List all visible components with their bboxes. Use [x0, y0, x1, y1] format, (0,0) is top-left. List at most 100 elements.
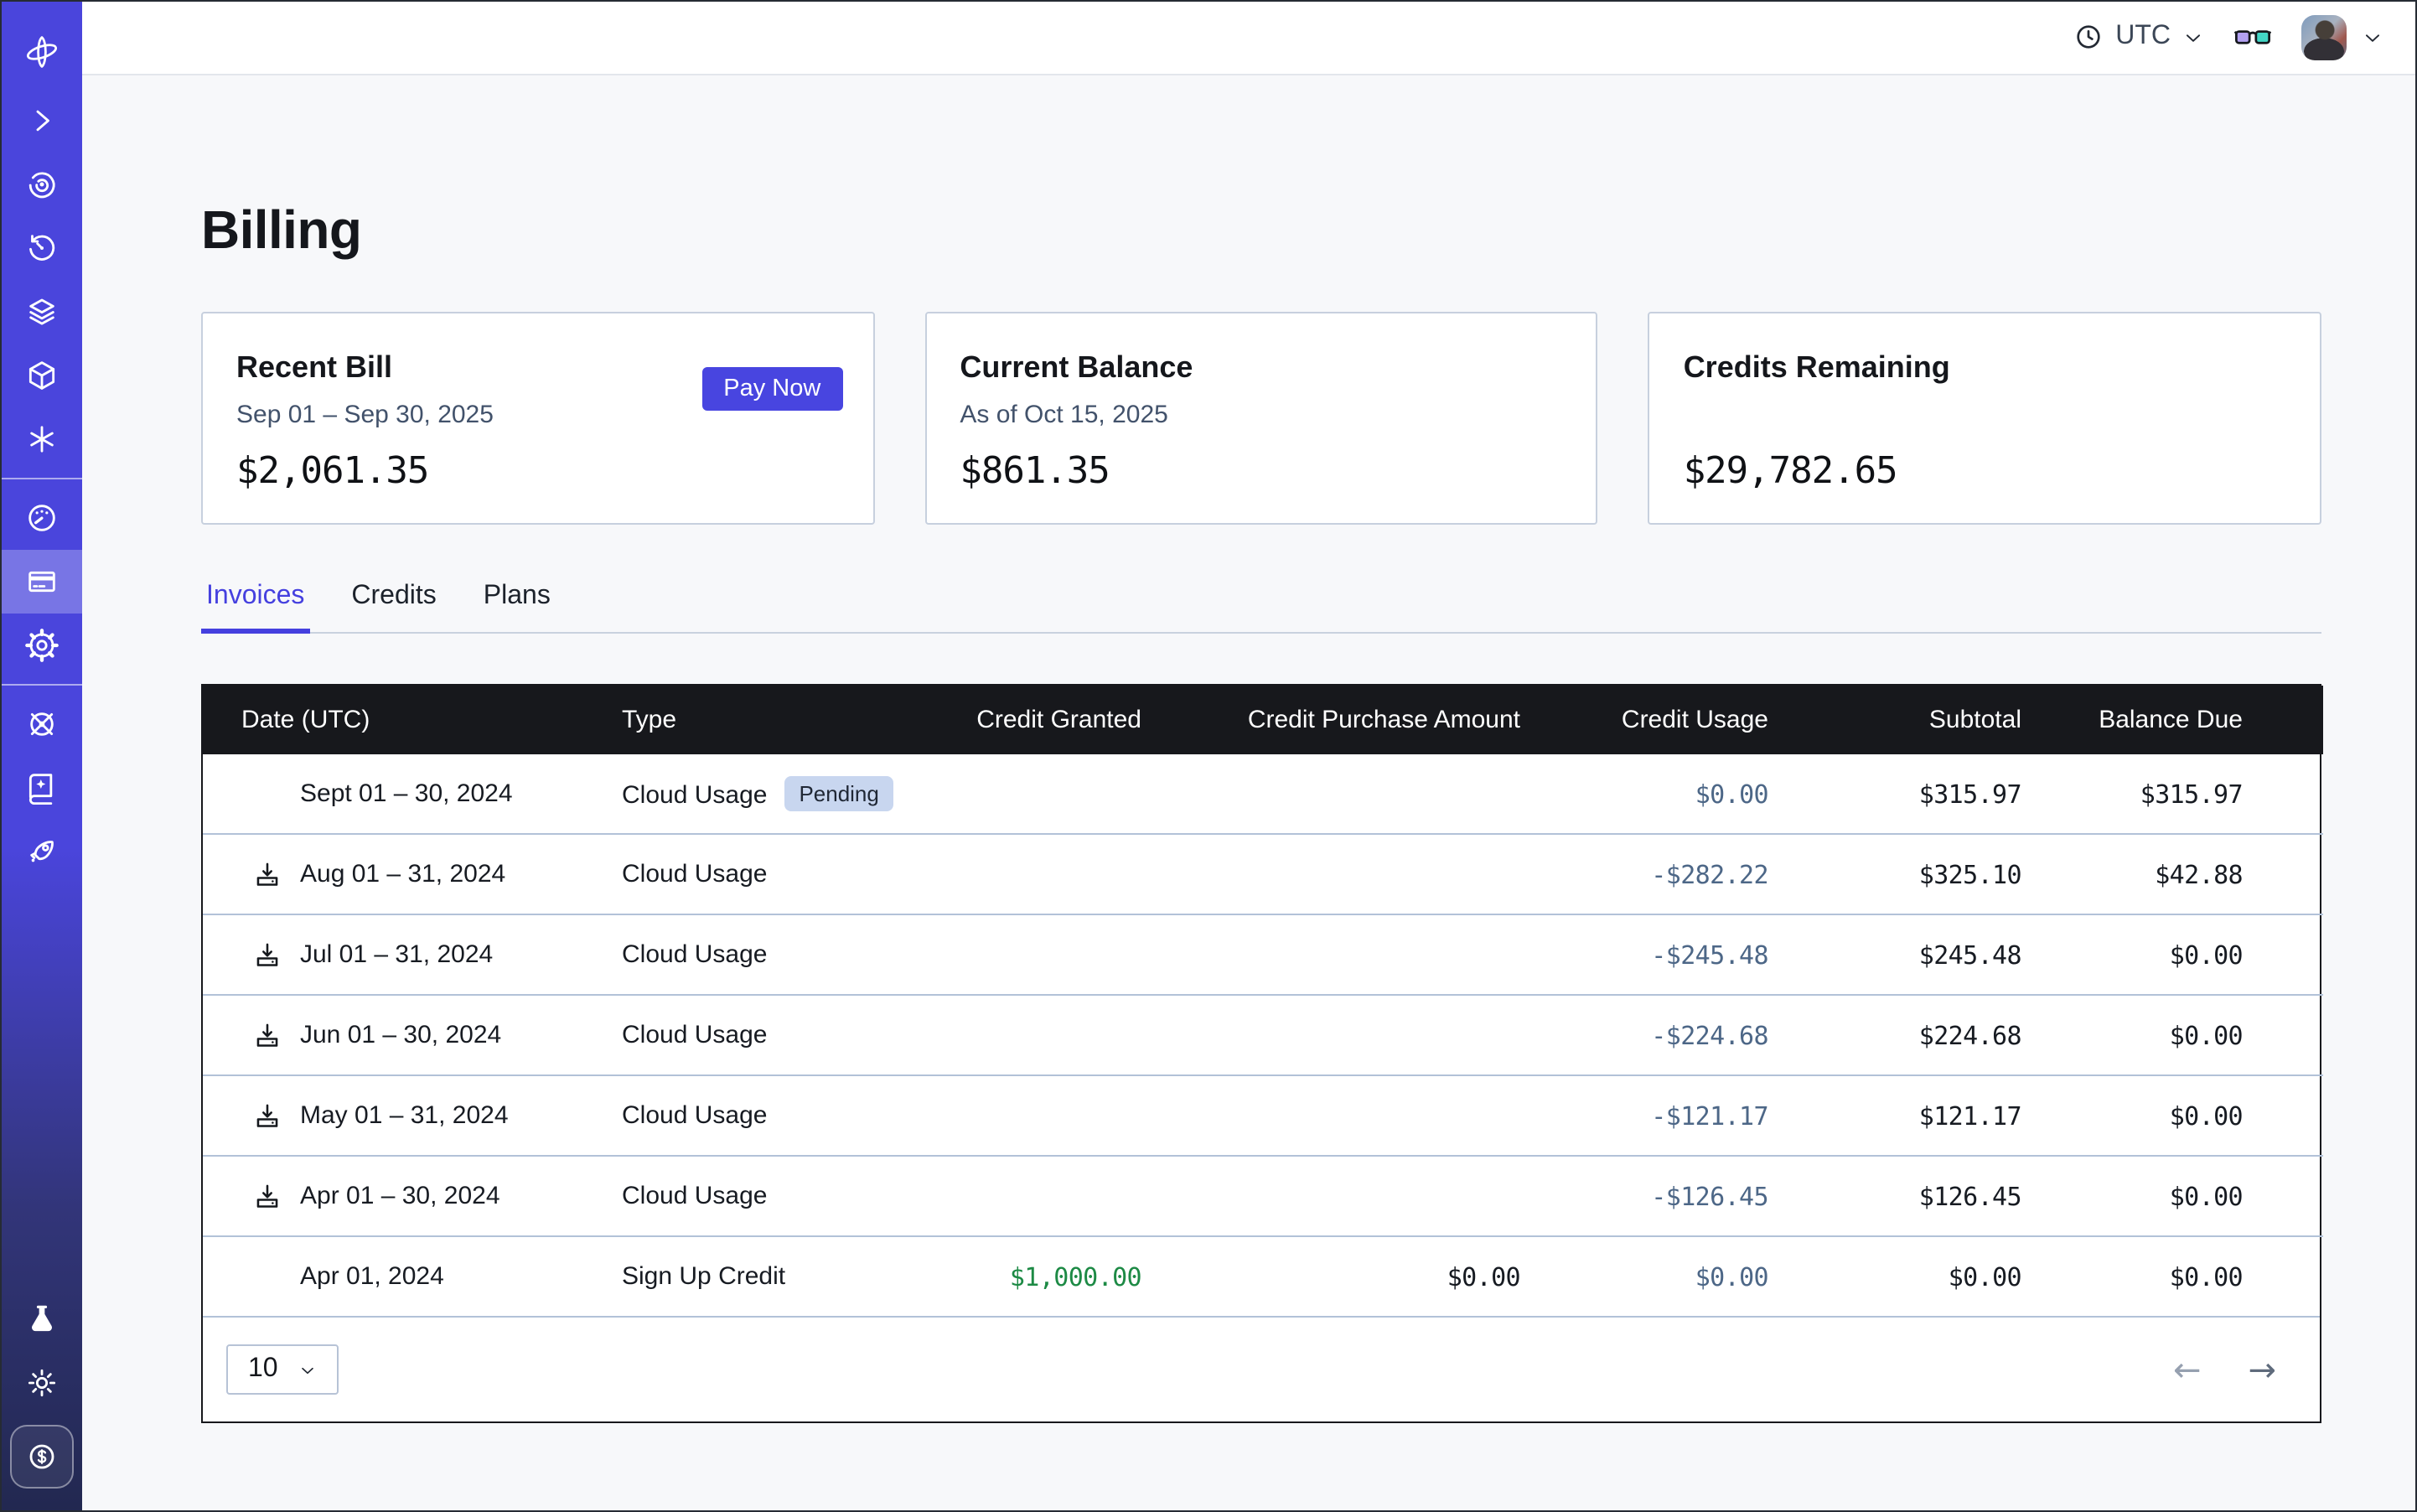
previous-page-button[interactable]: ← — [2173, 1353, 2202, 1386]
billing-tabs: Invoices Credits Plans — [201, 582, 2321, 634]
download-invoice-button[interactable] — [253, 860, 282, 888]
current-balance-amount: $861.35 — [960, 451, 1562, 493]
reader-mode-button[interactable] — [2234, 23, 2271, 51]
page-title: Billing — [201, 198, 2321, 261]
invoice-type: Cloud Usage — [622, 781, 767, 810]
sidebar-item-sun-theme[interactable] — [0, 1351, 82, 1415]
layers-icon — [24, 295, 58, 329]
sidebar-item-asterisk[interactable] — [0, 407, 82, 471]
invoice-row: Apr 01 – 30, 2024 Cloud Usage -$126.45 $… — [203, 1156, 2323, 1236]
download-icon — [253, 860, 282, 888]
credit-usage-cell: -$282.22 — [1520, 834, 1768, 914]
subtotal-cell: $325.10 — [1768, 834, 2021, 914]
user-menu[interactable] — [2301, 14, 2383, 60]
balance-due-cell: $0.00 — [2021, 995, 2323, 1075]
credit-usage-cell: $0.00 — [1520, 1236, 1768, 1316]
credit-granted-cell — [907, 754, 1141, 834]
balance-due-cell: $42.88 — [2021, 834, 2323, 914]
sidebar-item-credit-card[interactable] — [0, 550, 82, 614]
invoice-row: Aug 01 – 31, 2024 Cloud Usage -$282.22 $… — [203, 834, 2323, 914]
invoice-type: Sign Up Credit — [622, 1262, 785, 1291]
helm-wheel-icon — [24, 707, 58, 741]
download-icon — [253, 940, 282, 969]
credit-granted-cell — [907, 914, 1141, 995]
download-icon — [253, 1021, 282, 1049]
billing-page: Billing Recent Bill Sep 01 – Sep 30, 202… — [82, 75, 2417, 1512]
credit-purchase-cell — [1141, 914, 1520, 995]
sidebar-item-history[interactable] — [0, 216, 82, 280]
pay-now-button[interactable]: Pay Now — [701, 367, 842, 411]
sidebar-item-chevron-right[interactable] — [0, 89, 82, 153]
sidebar-item-book-sparkles[interactable] — [0, 756, 82, 820]
invoices-table: Date (UTC)TypeCredit GrantedCredit Purch… — [201, 684, 2321, 1423]
sidebar-item-layers[interactable] — [0, 280, 82, 344]
recent-bill-card: Recent Bill Sep 01 – Sep 30, 2025 $2,061… — [201, 312, 874, 525]
column-header: Credit Purchase Amount — [1141, 686, 1520, 754]
status-badge: Pending — [784, 776, 893, 811]
subtotal-cell: $224.68 — [1768, 995, 2021, 1075]
credits-remaining-amount: $29,782.65 — [1684, 451, 2286, 493]
invoice-row: May 01 – 31, 2024 Cloud Usage -$121.17 $… — [203, 1075, 2323, 1156]
balance-due-cell: $0.00 — [2021, 914, 2323, 995]
invoice-row: Jun 01 – 30, 2024 Cloud Usage -$224.68 $… — [203, 995, 2323, 1075]
invoice-type-cell: Cloud Usage Pending — [605, 754, 907, 834]
credit-granted-cell — [907, 995, 1141, 1075]
column-header: Subtotal — [1768, 686, 2021, 754]
sidebar-item-flask[interactable] — [0, 1287, 82, 1351]
user-avatar — [2301, 14, 2347, 60]
credit-usage-cell: $0.00 — [1520, 754, 1768, 834]
sidebar-item-cube[interactable] — [0, 344, 82, 407]
credit-granted-cell — [907, 834, 1141, 914]
download-invoice-button[interactable] — [253, 1101, 282, 1130]
cube-icon — [24, 359, 58, 392]
download-invoice-button[interactable] — [253, 940, 282, 969]
tab-plans[interactable]: Plans — [479, 582, 556, 634]
sidebar-item-gear[interactable] — [0, 614, 82, 677]
flask-icon — [24, 1302, 58, 1336]
sidebar-nav-billing — [0, 486, 82, 677]
tab-credits[interactable]: Credits — [346, 582, 441, 634]
sidebar-nav-footer — [0, 1287, 82, 1415]
history-icon — [24, 231, 58, 265]
sidebar-item-rocket[interactable] — [0, 820, 82, 883]
page-size-select[interactable]: 10 — [226, 1344, 339, 1395]
gauge-icon — [24, 501, 58, 535]
invoice-row: Sept 01 – 30, 2024 Cloud UsagePending $0… — [203, 754, 2323, 834]
download-icon — [253, 1182, 282, 1210]
sidebar-item-helm-wheel[interactable] — [0, 692, 82, 756]
invoice-type-cell: Cloud Usage — [605, 1075, 907, 1156]
current-balance-card: Current Balance As of Oct 15, 2025 $861.… — [924, 312, 1597, 525]
invoice-type: Cloud Usage — [622, 940, 767, 969]
invoice-date-cell: May 01 – 31, 2024 — [203, 1075, 605, 1156]
credit-granted-cell — [907, 1075, 1141, 1156]
credit-usage-cell: -$224.68 — [1520, 995, 1768, 1075]
app-logo[interactable] — [0, 15, 82, 89]
chevron-down-icon — [2362, 26, 2383, 48]
timezone-label: UTC — [2115, 22, 2171, 52]
invoice-type-cell: Sign Up Credit — [605, 1236, 907, 1316]
invoice-date-cell: Apr 01, 2024 — [203, 1236, 605, 1316]
table-header: Date (UTC)TypeCredit GrantedCredit Purch… — [203, 686, 2323, 754]
download-icon — [253, 1101, 282, 1130]
invoice-date: Apr 01, 2024 — [300, 1262, 444, 1291]
orbit-logo-icon — [23, 34, 60, 70]
sidebar-credits-button[interactable] — [9, 1425, 73, 1489]
dollar-badge-icon — [24, 1440, 58, 1473]
invoice-type-cell: Cloud Usage — [605, 1156, 907, 1236]
invoice-type: Cloud Usage — [622, 1101, 767, 1130]
next-page-button[interactable]: → — [2248, 1353, 2276, 1386]
card-subtitle: As of Oct 15, 2025 — [960, 401, 1562, 429]
sidebar-item-gauge[interactable] — [0, 486, 82, 550]
sidebar-item-target-scan[interactable] — [0, 153, 82, 216]
download-invoice-button[interactable] — [253, 1182, 282, 1210]
credit-purchase-cell — [1141, 1156, 1520, 1236]
tab-invoices[interactable]: Invoices — [201, 582, 309, 634]
balance-due-cell: $0.00 — [2021, 1236, 2323, 1316]
credit-granted-cell — [907, 1156, 1141, 1236]
chevron-down-icon — [2182, 26, 2204, 48]
credit-usage-cell: -$126.45 — [1520, 1156, 1768, 1236]
invoice-date-cell: Apr 01 – 30, 2024 — [203, 1156, 605, 1236]
download-invoice-button[interactable] — [253, 1021, 282, 1049]
timezone-selector[interactable]: UTC — [2073, 22, 2204, 52]
subtotal-cell: $126.45 — [1768, 1156, 2021, 1236]
